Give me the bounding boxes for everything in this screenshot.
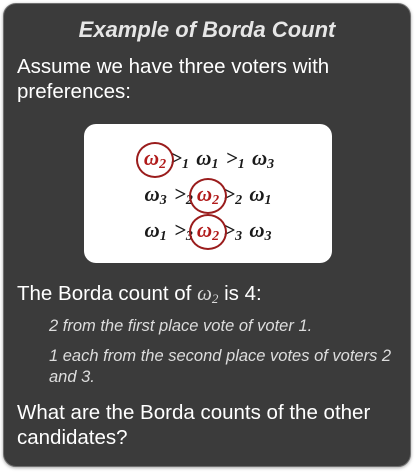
question-text: What are the Borda counts of the other c… [17,401,371,449]
candidate: ω1 [249,182,272,208]
candidate: ω3 [251,146,275,172]
preferences-box: ω2 >1 ω1 >1 ω3 ω3 >2 ω2 >2 ω1 ω1 >3 ω2 >3 ω3 [84,124,332,263]
preference-relation: >1 [225,146,245,172]
slide-card: Example of Borda Count Assume we have th… [3,3,411,467]
explanation-point-2: 1 each from the second place votes of vo… [49,347,392,386]
candidate: ω1 [144,218,167,244]
preference-row-voter-2: ω3 >2 ω2 >2 ω1 [84,178,332,214]
statement-prefix: The Borda count of [17,282,192,305]
borda-statement: The Borda count of ω2 is 4: [17,281,262,307]
candidate: ω3 [144,182,167,208]
candidate: ω3 [249,218,272,244]
slide-title: Example of Borda Count [78,17,336,42]
preference-row-voter-1: ω2 >1 ω1 >1 ω3 [84,142,332,178]
statement-suffix: is 4: [224,282,262,305]
highlighted-candidate: ω2 [188,214,227,250]
highlight-circle [188,178,227,214]
highlight-circle [135,142,174,178]
preference-row-voter-3: ω1 >3 ω2 >3 ω3 [84,214,332,250]
intro-text: Assume we have three voters with prefere… [17,55,330,103]
highlighted-candidate: ω2 [188,178,227,214]
candidate: ω1 [196,146,219,172]
highlight-circle [188,214,227,250]
statement-symbol: ω2 [197,281,219,306]
explanation-point-1: 2 from the first place vote of voter 1. [49,317,313,335]
highlighted-candidate: ω2 [135,142,174,178]
